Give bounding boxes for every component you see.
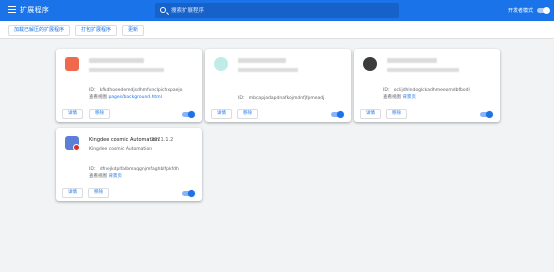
- extension-name: Kingdee cosmic Automation: [89, 137, 160, 143]
- extension-id: ID： oclijdhlndoglckadhmeeomdbfbodl: [383, 88, 470, 93]
- action-toolbar: 加载已解压的扩展程序 打包扩展程序 更新: [0, 21, 554, 39]
- search-input[interactable]: [171, 5, 391, 16]
- hamburger-menu-icon[interactable]: [8, 6, 16, 14]
- extension-icon: [363, 57, 377, 71]
- redacted-name: [387, 58, 437, 63]
- inspect-views: 查看视图 背景页: [89, 173, 122, 179]
- enable-toggle[interactable]: [182, 189, 195, 197]
- load-unpacked-button[interactable]: 加载已解压的扩展程序: [8, 25, 71, 36]
- inspect-views-label: 查看视图: [89, 95, 107, 100]
- page-title: 扩展程序: [20, 6, 50, 14]
- enable-toggle[interactable]: [480, 110, 493, 118]
- extension-id: ID： mbcapjadapdnafkojmdnfjfpmeadj: [238, 96, 325, 101]
- dev-mode-toggle[interactable]: [537, 6, 550, 14]
- inspect-views: 查看视图 pages/background.html: [89, 94, 162, 100]
- details-button[interactable]: 详情: [211, 109, 232, 119]
- extension-version: 2021.1.2: [151, 137, 174, 143]
- extension-card: ID： oclijdhlndoglckadhmeeomdbfbodl 查看视图 …: [354, 49, 500, 122]
- inspect-views: 查看视图 背景页: [383, 94, 416, 100]
- inspect-views-label: 查看视图: [89, 174, 107, 179]
- remove-button[interactable]: 移除: [237, 109, 258, 119]
- search-box[interactable]: [155, 3, 399, 18]
- background-page-link[interactable]: 背景页: [402, 95, 416, 100]
- redacted-name: [238, 58, 286, 63]
- extension-card: Kingdee cosmic Automation 2021.1.2 Kingd…: [56, 128, 202, 201]
- dev-mode-label: 开发者模式: [508, 8, 534, 14]
- error-badge-icon: [73, 144, 80, 151]
- background-page-link[interactable]: pages/background.html: [108, 95, 161, 100]
- inspect-views-label: 查看视图: [383, 95, 401, 100]
- remove-button[interactable]: 移除: [386, 109, 407, 119]
- details-button[interactable]: 详情: [360, 109, 381, 119]
- redacted-description: [89, 68, 164, 72]
- update-button[interactable]: 更新: [122, 25, 145, 36]
- extension-icon: [214, 57, 228, 71]
- enable-toggle[interactable]: [331, 110, 344, 118]
- remove-button[interactable]: 移除: [89, 109, 110, 119]
- extension-id: ID： dfnejkdplfalbmaqgnjmfaghblfpkfdh: [89, 167, 179, 172]
- details-button[interactable]: 详情: [62, 188, 83, 198]
- pack-extension-button[interactable]: 打包扩展程序: [75, 25, 118, 36]
- enable-toggle[interactable]: [182, 110, 195, 118]
- top-bar: 扩展程序 开发者模式: [0, 0, 554, 21]
- extension-id: ID： kfkdhoeedemdjsdhmfvnclpichxpaejo: [89, 88, 183, 93]
- redacted-description: [238, 68, 298, 72]
- extension-card: ID： mbcapjadapdnafkojmdnfjfpmeadj 详情 移除: [205, 49, 351, 122]
- remove-button[interactable]: 移除: [88, 188, 109, 198]
- search-icon: [160, 7, 166, 13]
- redacted-name: [89, 58, 144, 63]
- background-page-link[interactable]: 背景页: [108, 174, 122, 179]
- extension-icon: [65, 57, 79, 71]
- details-button[interactable]: 详情: [62, 109, 83, 119]
- redacted-description: [387, 68, 459, 72]
- extension-card: ID： kfkdhoeedemdjsdhmfvnclpichxpaejo 查看视…: [56, 49, 202, 122]
- extension-description: Kingdee cosmic Automation: [89, 147, 153, 152]
